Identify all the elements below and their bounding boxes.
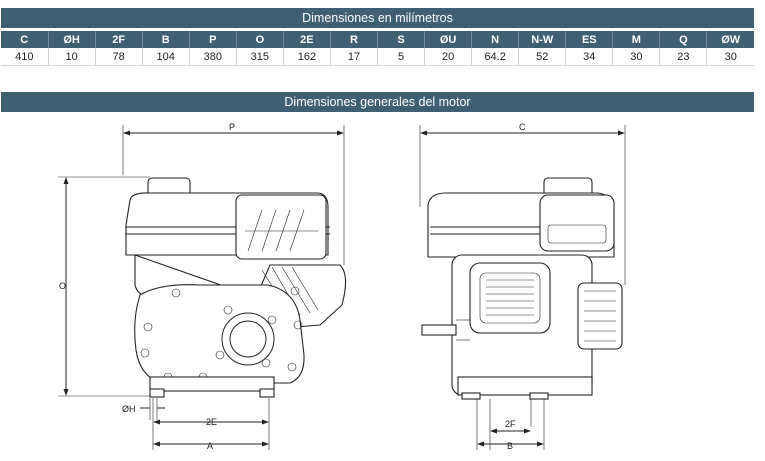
column-value: 23 — [659, 48, 707, 66]
column-header: 2E — [282, 31, 331, 48]
column-header: P — [188, 31, 237, 48]
drawing-section-title: Dimensiones generales del motor — [1, 92, 754, 112]
label-P: P — [229, 122, 235, 132]
column-header: R — [329, 31, 378, 48]
column-header: B — [141, 31, 190, 48]
column-header: N — [471, 31, 519, 48]
column-header: 2F — [94, 31, 143, 48]
label-H: ØH — [122, 404, 136, 414]
dimensions-header-row: C ØH 2F B P O 2E R S ØU N N-W ES M Q ØW — [1, 31, 754, 48]
label-2E: 2E — [206, 417, 217, 427]
column-value: 5 — [376, 48, 425, 66]
column-header: ØW — [706, 31, 754, 48]
label-C: C — [519, 122, 526, 132]
column-value: 78 — [94, 48, 143, 66]
column-value: 104 — [141, 48, 190, 66]
column-value: 10 — [47, 48, 96, 66]
column-value: 17 — [329, 48, 378, 66]
label-O: O — [59, 281, 66, 291]
column-header: C — [1, 31, 49, 48]
dimensions-table: C ØH 2F B P O 2E R S ØU N N-W ES M Q ØW 410 10 78 104 380 31… — [1, 31, 754, 66]
column-value: 315 — [235, 48, 284, 66]
dimensions-value-row: 410 10 78 104 380 315 162 17 5 20 64.2 52 34 30 23 30 — [1, 48, 754, 66]
label-B: B — [507, 441, 513, 451]
column-value: 52 — [518, 48, 566, 66]
column-header: ES — [565, 31, 613, 48]
column-header: M — [612, 31, 660, 48]
engine-dimension-drawing: P O ØH 2E A C 2F B — [58, 122, 626, 451]
column-value: 410 — [1, 48, 49, 66]
column-value: 30 — [706, 48, 754, 66]
column-header: O — [235, 31, 284, 48]
column-header: ØU — [424, 31, 472, 48]
column-header: ØH — [47, 31, 96, 48]
column-value: 162 — [282, 48, 331, 66]
column-header: N-W — [518, 31, 566, 48]
engine-front-view: C 2F B — [419, 122, 626, 451]
column-header: Q — [659, 31, 707, 48]
column-value: 30 — [612, 48, 660, 66]
dimensions-table-title: Dimensiones en milímetros — [1, 8, 754, 28]
column-value: 34 — [565, 48, 613, 66]
column-value: 20 — [424, 48, 472, 66]
engine-side-view: P O ØH 2E A — [58, 122, 347, 451]
label-A: A — [207, 441, 213, 451]
column-header: S — [376, 31, 425, 48]
column-value: 380 — [188, 48, 237, 66]
column-value: 64.2 — [471, 48, 519, 66]
label-2F: 2F — [505, 419, 516, 429]
